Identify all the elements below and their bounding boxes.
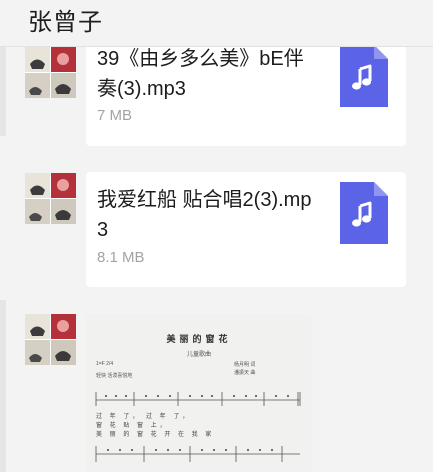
- sender-avatar[interactable]: [25, 314, 76, 365]
- file-name: 39《由乡多么美》bE伴奏(3).mp3: [97, 48, 304, 100]
- sheet-lyric-line: 窗 花 贴 窗 上，: [96, 423, 169, 429]
- sidebar-edge: [0, 300, 6, 472]
- sender-avatar[interactable]: [25, 47, 76, 98]
- music-note-icon: [340, 182, 388, 244]
- sheet-music-image[interactable]: 美丽的窗花 儿童歌曲 杨月明 词 潘振天 曲 1=F 2/4 轻快 活泼喜悦地: [86, 314, 312, 472]
- chat-header-overlay: 张曾子: [0, 0, 433, 47]
- file-message-card[interactable]: 我爱红船 贴合唱2(3).mp3 8.1 MB: [86, 172, 406, 287]
- sidebar-edge: [0, 46, 6, 136]
- file-size: 8.1 MB: [97, 249, 145, 266]
- file-name: 我爱红船 贴合唱2(3).mp3: [97, 189, 312, 241]
- sheet-lyric-line: 美 丽 的 窗 花 开 在 我 家: [96, 432, 215, 438]
- notation-lines: [95, 392, 301, 462]
- sender-avatar[interactable]: [25, 173, 76, 224]
- file-size: 7 MB: [97, 107, 133, 124]
- sheet-lyric-line: 过 年 了， 过 年 了，: [96, 414, 192, 420]
- music-note-icon: [340, 45, 388, 107]
- chat-title: 张曾子: [28, 9, 103, 36]
